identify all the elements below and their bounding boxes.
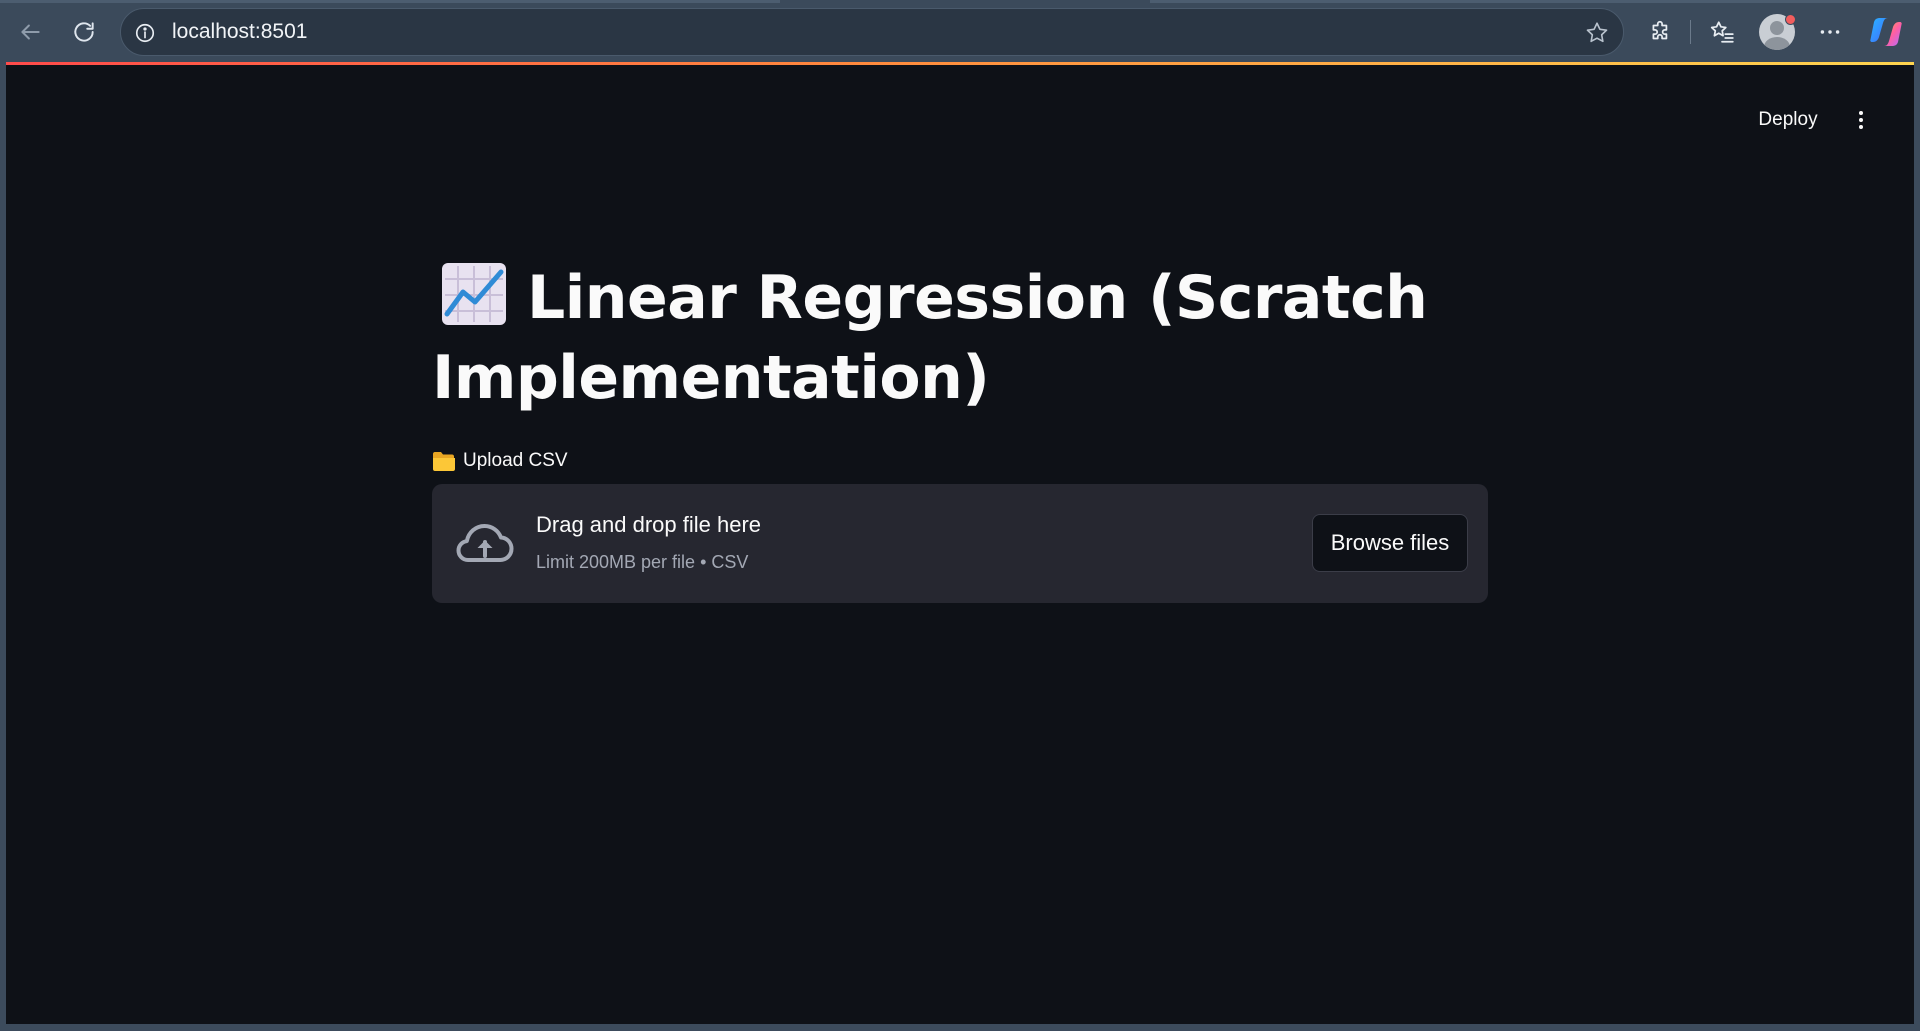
uploader-label-text: Upload CSV <box>463 450 568 471</box>
address-bar[interactable]: localhost:8501 <box>120 8 1624 56</box>
file-dropzone[interactable]: Drag and drop file here Limit 200MB per … <box>432 484 1488 603</box>
tab-strip-edge <box>0 0 780 3</box>
notification-dot <box>1785 14 1796 25</box>
deploy-button[interactable]: Deploy <box>1744 100 1832 140</box>
avatar-body <box>1764 37 1790 50</box>
folder-icon <box>433 452 455 471</box>
reload-icon <box>74 22 94 42</box>
browser-toolbar: localhost:8501 <box>0 0 1920 64</box>
toolbar-divider <box>1690 20 1691 44</box>
favorites-button[interactable] <box>1702 12 1742 52</box>
dropzone-title: Drag and drop file here <box>536 512 762 537</box>
copilot-icon[interactable] <box>1868 14 1904 50</box>
dropzone-limit: Limit 200MB per file • CSV <box>536 552 749 572</box>
main-menu-button[interactable] <box>1843 102 1879 138</box>
back-button[interactable] <box>12 14 48 50</box>
cloud-upload-icon <box>456 524 514 562</box>
uploader-label: Upload CSV <box>432 446 568 476</box>
puzzle-icon <box>1652 20 1668 40</box>
extensions-button[interactable] <box>1641 12 1681 52</box>
reload-button[interactable] <box>66 14 102 50</box>
page-title: Linear Regression (Scratch Implementatio… <box>432 258 1492 418</box>
ellipsis-icon <box>1820 30 1840 34</box>
url-text[interactable]: localhost:8501 <box>172 9 307 55</box>
page-title-text: Linear Regression (Scratch Implementatio… <box>432 263 1428 413</box>
vertical-dots-icon <box>1859 111 1863 129</box>
star-outline-icon[interactable] <box>1583 19 1611 47</box>
chart-increasing-icon <box>442 263 506 325</box>
more-button[interactable] <box>1810 12 1850 52</box>
header-decoration <box>6 62 1914 65</box>
app-viewport: Deploy Linear Regression (Scratch Implem… <box>6 62 1914 1024</box>
info-circle-icon[interactable] <box>133 21 157 45</box>
arrow-left-icon <box>21 24 40 40</box>
browse-files-button[interactable]: Browse files <box>1312 514 1468 572</box>
tab-strip-edge-right <box>1150 0 1920 3</box>
avatar-head <box>1770 21 1784 35</box>
favorites-list-icon <box>1710 21 1734 43</box>
